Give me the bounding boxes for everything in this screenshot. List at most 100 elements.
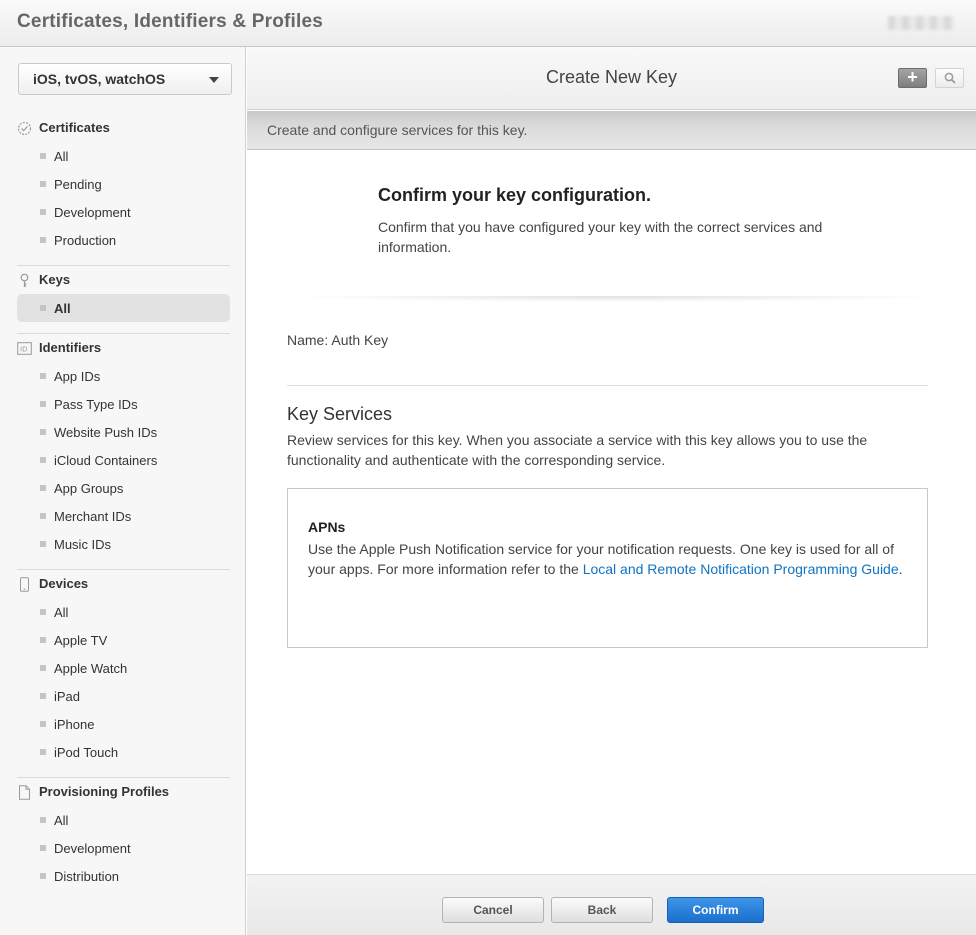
sidebar-heading-label: Certificates bbox=[39, 120, 110, 135]
divider bbox=[287, 385, 928, 386]
sidebar-item-ipod-touch[interactable]: iPod Touch bbox=[0, 738, 246, 766]
sidebar-heading-certificates[interactable]: Certificates bbox=[0, 114, 246, 142]
service-description: Use the Apple Push Notification service … bbox=[308, 539, 908, 579]
sidebar-heading-keys[interactable]: Keys bbox=[0, 266, 246, 294]
back-button[interactable]: Back bbox=[551, 897, 653, 923]
sidebar-item-label: All bbox=[54, 149, 69, 164]
document-icon bbox=[17, 785, 32, 800]
service-card-apns: APNs Use the Apple Push Notification ser… bbox=[287, 488, 928, 648]
bullet bbox=[40, 305, 46, 311]
certificate-icon bbox=[17, 121, 32, 136]
sidebar-item-certificates-all[interactable]: All bbox=[0, 142, 246, 170]
sidebar-item-label: iPod Touch bbox=[54, 745, 119, 760]
bullet bbox=[40, 457, 46, 463]
confirm-button[interactable]: Confirm bbox=[667, 897, 764, 923]
sidebar-item-apple-watch[interactable]: Apple Watch bbox=[0, 654, 246, 682]
sidebar-item-label: All bbox=[54, 605, 69, 620]
add-button[interactable]: + bbox=[898, 68, 927, 88]
bullet bbox=[40, 429, 46, 435]
sidebar-item-music-ids[interactable]: Music IDs bbox=[0, 530, 246, 558]
sidebar-item-label: Development bbox=[54, 841, 131, 856]
sidebar-item-label: Apple Watch bbox=[54, 661, 128, 676]
sidebar-item-profiles-all[interactable]: All bbox=[0, 806, 246, 834]
search-icon bbox=[944, 72, 956, 84]
divider bbox=[287, 296, 947, 302]
device-icon bbox=[17, 577, 32, 592]
sidebar-item-label: Development bbox=[54, 205, 131, 220]
sidebar-item-label: iPhone bbox=[54, 717, 95, 732]
platform-select-value: iOS, tvOS, watchOS bbox=[33, 71, 166, 87]
search-button[interactable] bbox=[935, 68, 964, 88]
sidebar-item-app-groups[interactable]: App Groups bbox=[0, 474, 246, 502]
sidebar-item-icloud-containers[interactable]: iCloud Containers bbox=[0, 446, 246, 474]
sidebar-item-label: All bbox=[54, 301, 71, 316]
bullet bbox=[40, 541, 46, 547]
bullet bbox=[40, 181, 46, 187]
sidebar-item-label: Distribution bbox=[54, 869, 120, 884]
bullet bbox=[40, 665, 46, 671]
bullet bbox=[40, 845, 46, 851]
sidebar-item-profiles-development[interactable]: Development bbox=[0, 834, 246, 862]
svg-text:ID: ID bbox=[20, 346, 27, 354]
sidebar-section-identifiers: ID Identifiers App IDs Pass Type IDs Web… bbox=[0, 334, 246, 558]
cancel-button[interactable]: Cancel bbox=[442, 897, 544, 923]
sidebar-item-label: Pending bbox=[54, 177, 102, 192]
bullet bbox=[40, 237, 46, 243]
confirm-title: Confirm your key configuration. bbox=[378, 185, 652, 205]
sidebar-heading-label: Identifiers bbox=[39, 340, 102, 355]
bullet bbox=[40, 693, 46, 699]
confirm-description: Confirm that you have configured your ke… bbox=[378, 219, 823, 255]
sidebar-item-apple-tv[interactable]: Apple TV bbox=[0, 626, 246, 654]
key-icon bbox=[17, 273, 32, 288]
platform-select[interactable]: iOS, tvOS, watchOS bbox=[18, 63, 232, 95]
sidebar-item-ipad[interactable]: iPad bbox=[0, 682, 246, 710]
bullet bbox=[40, 637, 46, 643]
bullet bbox=[40, 817, 46, 823]
sidebar-item-certificates-pending[interactable]: Pending bbox=[0, 170, 246, 198]
plus-icon: + bbox=[907, 67, 918, 87]
chevron-down-icon bbox=[209, 77, 219, 83]
sidebar-item-label: All bbox=[54, 813, 69, 828]
notification-guide-link[interactable]: Local and Remote Notification Programmin… bbox=[583, 561, 899, 577]
sidebar-item-merchant-ids[interactable]: Merchant IDs bbox=[0, 502, 246, 530]
sidebar-item-label: Production bbox=[54, 233, 117, 248]
sidebar-item-app-ids[interactable]: App IDs bbox=[0, 362, 246, 390]
sidebar-item-certificates-development[interactable]: Development bbox=[0, 198, 246, 226]
sidebar-item-label: iCloud Containers bbox=[54, 453, 158, 468]
key-name-label: Name: bbox=[287, 332, 329, 348]
bullet bbox=[40, 721, 46, 727]
sidebar-item-pass-type-ids[interactable]: Pass Type IDs bbox=[0, 390, 246, 418]
sidebar-item-website-push-ids[interactable]: Website Push IDs bbox=[0, 418, 246, 446]
page-subtitle-bar: Create and configure services for this k… bbox=[247, 111, 976, 150]
bullet bbox=[40, 749, 46, 755]
key-services-title: Key Services bbox=[287, 404, 393, 424]
key-name-value: Auth Key bbox=[331, 332, 389, 348]
sidebar-heading-profiles[interactable]: Provisioning Profiles bbox=[0, 778, 246, 806]
sidebar-item-keys-all[interactable]: All bbox=[17, 294, 230, 322]
sidebar-item-label: iPad bbox=[54, 689, 81, 704]
sidebar-item-profiles-distribution[interactable]: Distribution bbox=[0, 862, 246, 890]
app-title: Certificates, Identifiers & Profiles bbox=[17, 11, 324, 32]
sidebar-item-iphone[interactable]: iPhone bbox=[0, 710, 246, 738]
sidebar-heading-identifiers[interactable]: ID Identifiers bbox=[0, 334, 246, 362]
id-icon: ID bbox=[17, 341, 32, 356]
key-name-row: Name: Auth Key bbox=[287, 332, 388, 348]
sidebar-heading-label: Devices bbox=[39, 576, 89, 591]
bullet bbox=[40, 513, 46, 519]
sidebar-item-label: Pass Type IDs bbox=[54, 397, 138, 412]
bullet bbox=[40, 373, 46, 379]
service-title: APNs bbox=[308, 519, 346, 535]
footer-bar: Cancel Back Confirm bbox=[247, 874, 976, 935]
sidebar-item-label: Website Push IDs bbox=[54, 425, 158, 440]
sidebar-item-label: App Groups bbox=[54, 481, 124, 496]
sidebar-item-devices-all[interactable]: All bbox=[0, 598, 246, 626]
bullet bbox=[40, 401, 46, 407]
sidebar-item-label: Music IDs bbox=[54, 537, 112, 552]
sidebar-heading-devices[interactable]: Devices bbox=[0, 570, 246, 598]
page-title: Create New Key bbox=[545, 67, 678, 87]
account-name-blurred[interactable] bbox=[888, 16, 954, 30]
sidebar-item-certificates-production[interactable]: Production bbox=[0, 226, 246, 254]
sidebar: iOS, tvOS, watchOS Certificates All Pend… bbox=[0, 47, 246, 935]
sidebar-heading-label: Provisioning Profiles bbox=[39, 784, 170, 799]
service-description-end: . bbox=[898, 561, 903, 577]
